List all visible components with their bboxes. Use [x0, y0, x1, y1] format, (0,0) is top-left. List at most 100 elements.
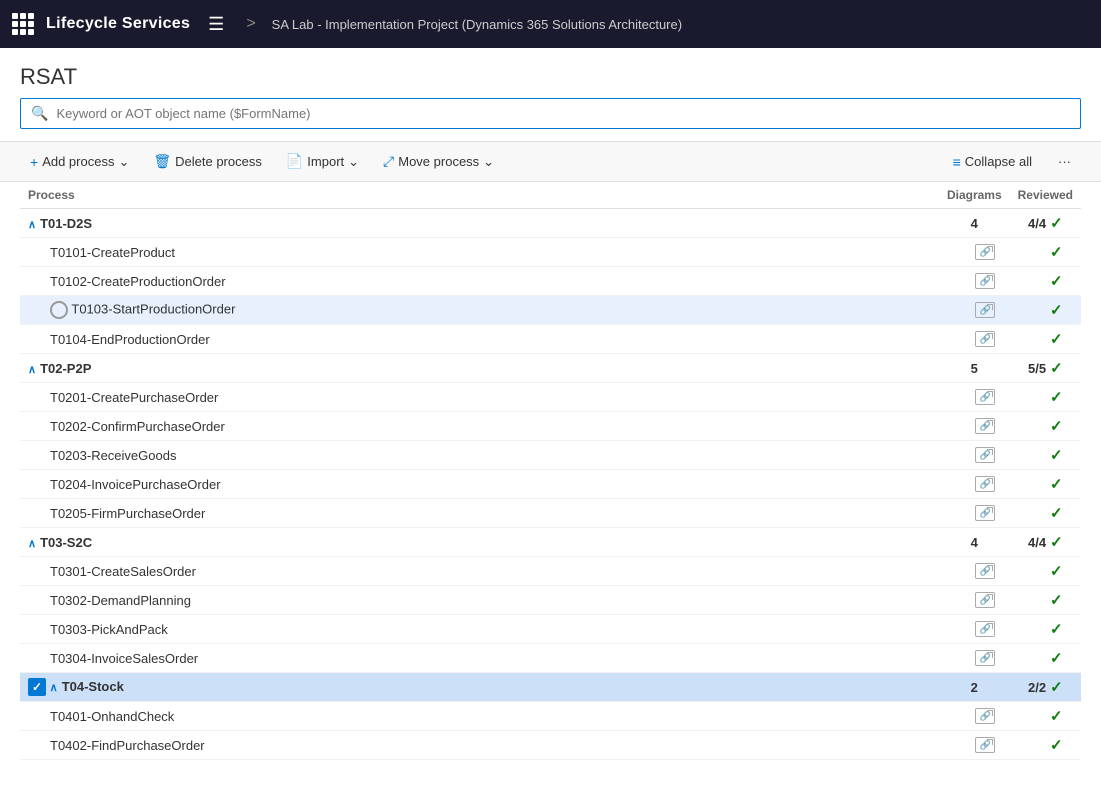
child-reviewed-cell: ✓	[1010, 238, 1081, 267]
group-reviewed-value: 4/4	[1028, 216, 1046, 231]
diagram-icon[interactable]: 🔗	[975, 389, 995, 405]
group-name-cell: T03-S2C	[20, 528, 939, 557]
group-diagrams-cell: 2	[939, 673, 1010, 702]
child-reviewed-cell: ✓	[1010, 731, 1081, 760]
child-check-icon: ✓	[1050, 737, 1063, 754]
diagram-cell: 🔗	[969, 418, 1002, 434]
diagram-cell: 🔗	[969, 302, 1002, 318]
add-process-button[interactable]: + Add process ⌄	[20, 149, 139, 175]
table-row[interactable]: T0204-InvoicePurchaseOrder 🔗 ✓	[20, 470, 1081, 499]
import-button[interactable]: 📄 Import ⌄	[276, 148, 369, 175]
group-reviewed-value: 2/2	[1028, 680, 1046, 695]
child-check-icon: ✓	[1050, 244, 1063, 261]
table-row[interactable]: T0402-FindPurchaseOrder 🔗 ✓	[20, 731, 1081, 760]
move-process-label: Move process	[398, 154, 479, 169]
group-row-g3[interactable]: T03-S2C 4 4/4 ✓	[20, 528, 1081, 557]
child-reviewed-cell: ✓	[1010, 412, 1081, 441]
table-row[interactable]: T0102-CreateProductionOrder 🔗 ✓	[20, 267, 1081, 296]
topbar: Lifecycle Services ☰ > SA Lab - Implemen…	[0, 0, 1101, 48]
child-name-cell: T0203-ReceiveGoods	[20, 441, 939, 470]
child-diagrams-cell: 🔗	[939, 615, 1010, 644]
table-row[interactable]: T0205-FirmPurchaseOrder 🔗 ✓	[20, 499, 1081, 528]
diagram-icon[interactable]: 🔗	[975, 244, 995, 260]
group-chevron[interactable]	[28, 535, 40, 550]
table-row[interactable]: T0104-EndProductionOrder 🔗 ✓	[20, 325, 1081, 354]
diagram-icon[interactable]: 🔗	[975, 708, 995, 724]
child-diagrams-cell: 🔗	[939, 296, 1010, 325]
diagram-icon[interactable]: 🔗	[975, 447, 995, 463]
child-name: T0203-ReceiveGoods	[50, 448, 176, 463]
table-row[interactable]: T0103-StartProductionOrder 🔗 ✓	[20, 296, 1081, 325]
child-diagrams-cell: 🔗	[939, 325, 1010, 354]
group-diagrams-cell: 4	[939, 209, 1010, 238]
group-name-cell: T02-P2P	[20, 354, 939, 383]
diagram-icon[interactable]: 🔗	[975, 737, 995, 753]
group-row-g1[interactable]: T01-D2S 4 4/4 ✓	[20, 209, 1081, 238]
child-diagrams-cell: 🔗	[939, 383, 1010, 412]
child-diagrams-cell: 🔗	[939, 586, 1010, 615]
group-name: T04-Stock	[62, 679, 124, 694]
group-row-g4[interactable]: ✓ T04-Stock 2 2/2 ✓	[20, 673, 1081, 702]
diagram-icon[interactable]: 🔗	[975, 650, 995, 666]
diagram-icon[interactable]: 🔗	[975, 418, 995, 434]
diagram-icon[interactable]: 🔗	[975, 331, 995, 347]
collapse-all-button[interactable]: ≡ Collapse all	[943, 149, 1042, 175]
child-name-cell: T0402-FindPurchaseOrder	[20, 731, 939, 760]
search-wrapper: 🔍	[20, 98, 1081, 129]
table-row[interactable]: T0201-CreatePurchaseOrder 🔗 ✓	[20, 383, 1081, 412]
group-chevron[interactable]	[28, 216, 40, 231]
group-row-g2[interactable]: T02-P2P 5 5/5 ✓	[20, 354, 1081, 383]
child-reviewed-cell: ✓	[1010, 644, 1081, 673]
search-input[interactable]	[56, 106, 1070, 121]
diagram-icon[interactable]: 🔗	[975, 505, 995, 521]
table-row[interactable]: T0301-CreateSalesOrder 🔗 ✓	[20, 557, 1081, 586]
diagram-icon[interactable]: 🔗	[975, 563, 995, 579]
more-options-button[interactable]: ···	[1048, 149, 1081, 174]
table-row[interactable]: T0203-ReceiveGoods 🔗 ✓	[20, 441, 1081, 470]
child-diagrams-cell: 🔗	[939, 702, 1010, 731]
child-reviewed-cell: ✓	[1010, 296, 1081, 325]
group-checkbox[interactable]: ✓	[28, 678, 46, 696]
table-row[interactable]: T0202-ConfirmPurchaseOrder 🔗 ✓	[20, 412, 1081, 441]
group-reviewed-value: 5/5	[1028, 361, 1046, 376]
child-diagrams-cell: 🔗	[939, 412, 1010, 441]
import-icon: 📄	[286, 153, 303, 170]
diagram-icon[interactable]: 🔗	[975, 592, 995, 608]
delete-process-button[interactable]: 🗑 Delete process	[143, 148, 272, 175]
add-icon: +	[30, 154, 38, 170]
group-name: T02-P2P	[40, 361, 91, 376]
diagram-icon[interactable]: 🔗	[975, 273, 995, 289]
child-name-cell: T0302-DemandPlanning	[20, 586, 939, 615]
diagram-icon[interactable]: 🔗	[975, 476, 995, 492]
table-row[interactable]: T0303-PickAndPack 🔗 ✓	[20, 615, 1081, 644]
table-row[interactable]: T0101-CreateProduct 🔗 ✓	[20, 238, 1081, 267]
child-name-cell: T0101-CreateProduct	[20, 238, 939, 267]
diagram-cell: 🔗	[969, 244, 1002, 260]
child-diagrams-cell: 🔗	[939, 267, 1010, 296]
add-process-label: Add process	[42, 154, 114, 169]
child-reviewed-cell: ✓	[1010, 499, 1081, 528]
child-name: T0301-CreateSalesOrder	[50, 564, 196, 579]
import-label: Import	[307, 154, 344, 169]
table-row[interactable]: T0302-DemandPlanning 🔗 ✓	[20, 586, 1081, 615]
diagram-icon[interactable]: 🔗	[975, 302, 995, 318]
group-chevron[interactable]	[50, 679, 62, 694]
group-diagrams-cell: 5	[939, 354, 1010, 383]
child-check-icon: ✓	[1050, 708, 1063, 725]
delete-icon: 🗑	[153, 153, 171, 170]
import-chevron: ⌄	[348, 154, 359, 170]
app-grid-icon[interactable]	[12, 13, 34, 35]
diagram-icon[interactable]: 🔗	[975, 621, 995, 637]
table-row[interactable]: T0401-OnhandCheck 🔗 ✓	[20, 702, 1081, 731]
group-chevron[interactable]	[28, 361, 40, 376]
child-name: T0202-ConfirmPurchaseOrder	[50, 419, 225, 434]
breadcrumb-text: SA Lab - Implementation Project (Dynamic…	[272, 17, 682, 32]
hamburger-icon[interactable]: ☰	[202, 10, 230, 39]
child-check-icon: ✓	[1050, 592, 1063, 609]
table-row[interactable]: T0304-InvoiceSalesOrder 🔗 ✓	[20, 644, 1081, 673]
move-process-button[interactable]: ⤢ Move process ⌄	[373, 148, 504, 175]
child-name-cell: T0301-CreateSalesOrder	[20, 557, 939, 586]
col-header-diagrams: Diagrams	[939, 182, 1010, 209]
child-name: T0402-FindPurchaseOrder	[50, 738, 205, 753]
row-radio[interactable]	[50, 301, 68, 319]
